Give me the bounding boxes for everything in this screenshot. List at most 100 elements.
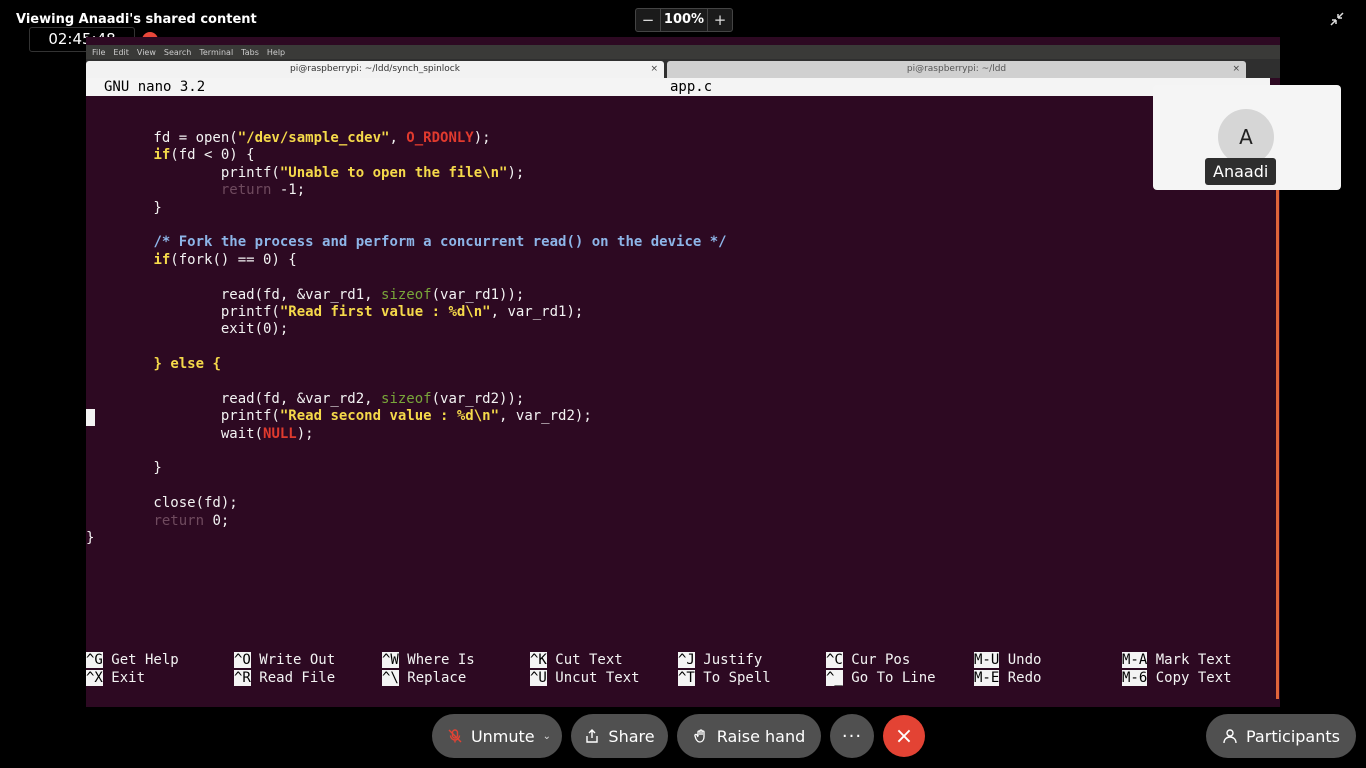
code-line: if(fd < 0) {: [153, 147, 255, 164]
file-name: app.c: [670, 79, 713, 95]
menu-terminal[interactable]: Terminal: [199, 48, 233, 57]
code-line: printf("Unable to open the file\n");: [86, 164, 525, 181]
menu-tabs[interactable]: Tabs: [241, 48, 259, 57]
participant-name: Anaadi: [1205, 158, 1277, 185]
code-line: exit(0);: [86, 321, 289, 338]
text-cursor: [86, 409, 95, 426]
shortcut-label: Redo: [999, 669, 1042, 686]
more-icon: ···: [841, 725, 863, 747]
shortcut-item: ^R Read File: [234, 669, 336, 687]
shortcut-item: M-A Mark Text: [1122, 652, 1232, 669]
shortcut-item: M-6 Copy Text: [1122, 669, 1232, 687]
code-line: if(fork() == 0) {: [153, 251, 297, 268]
shortcut-item: ^K Cut Text: [530, 652, 623, 669]
code-line: read(fd, &var_rd2, sizeof(var_rd2));: [86, 390, 525, 407]
menu-view[interactable]: View: [137, 48, 156, 57]
shortcut-key: ^_: [826, 669, 843, 686]
unmute-label: Unmute: [470, 726, 535, 746]
mic-muted-icon: [447, 728, 463, 744]
shortcut-label: Write Out: [250, 652, 336, 668]
nano-version: GNU nano 3.2: [104, 79, 206, 95]
shortcut-label: Where Is: [398, 652, 475, 668]
shortcut-key: ^W: [382, 652, 399, 668]
shortcut-item: ^W Where Is: [382, 652, 475, 669]
viewing-title: Viewing Anaadi's shared content: [16, 12, 257, 27]
shortcut-label: Cut Text: [546, 652, 623, 668]
code-line: fd = open("/dev/sample_cdev", O_RDONLY);: [86, 130, 491, 146]
terminal-tabbar: pi@raspberrypi: ~/ldd/synch_spinlock × p…: [86, 59, 1280, 93]
tab-close-icon[interactable]: ×: [650, 61, 658, 77]
shortcut-label: Cur Pos: [842, 652, 911, 668]
shortcut-key: ^G: [86, 652, 103, 668]
shortcut-label: Undo: [999, 652, 1042, 668]
avatar: A: [1218, 109, 1274, 165]
shortcut-label: Read File: [250, 669, 336, 686]
shortcut-item: ^_ Go To Line: [826, 669, 936, 687]
zoom-control: − 100% +: [635, 8, 733, 32]
shortcut-key: M-A: [1122, 652, 1148, 668]
shortcut-key: ^U: [530, 669, 547, 686]
more-options-button[interactable]: ···: [830, 714, 874, 758]
code-line: wait(NULL);: [86, 425, 314, 442]
participants-button[interactable]: Participants: [1206, 714, 1356, 758]
shortcut-key: M-6: [1122, 669, 1148, 686]
shortcut-item: ^C Cur Pos: [826, 652, 910, 669]
shortcut-key: ^K: [530, 652, 547, 668]
shortcut-key: ^T: [678, 669, 695, 686]
shortcut-label: To Spell: [694, 669, 771, 686]
code-line: return 0;: [153, 512, 230, 529]
zoom-out-button[interactable]: −: [636, 9, 660, 31]
chevron-down-icon[interactable]: ⌄: [543, 731, 551, 742]
raise-hand-button[interactable]: Raise hand: [677, 714, 821, 758]
code-editor[interactable]: fd = open("/dev/sample_cdev", O_RDONLY);…: [86, 130, 1266, 547]
tab-synch-spinlock[interactable]: pi@raspberrypi: ~/ldd/synch_spinlock ×: [86, 61, 664, 78]
close-icon: ×: [894, 723, 914, 749]
code-line: }: [86, 529, 95, 546]
shortcut-item: M-U Undo: [974, 652, 1041, 669]
menu-file[interactable]: File: [92, 48, 105, 57]
shortcut-item: ^T To Spell: [678, 669, 771, 687]
shortcut-key: M-E: [974, 669, 1000, 686]
code-line: read(fd, &var_rd1, sizeof(var_rd1));: [86, 286, 525, 303]
shortcut-key: M-U: [974, 652, 1000, 668]
shortcut-item: ^J Justify: [678, 652, 762, 669]
unmute-button[interactable]: Unmute ⌄: [432, 714, 562, 758]
share-button[interactable]: Share: [571, 714, 668, 758]
zoom-level: 100%: [660, 9, 708, 31]
menu-search[interactable]: Search: [164, 48, 191, 57]
participant-tile[interactable]: A Anaadi: [1153, 85, 1341, 190]
hand-icon: [693, 728, 709, 744]
code-line: close(fd);: [86, 495, 238, 512]
shortcut-key: ^J: [678, 652, 695, 668]
code-line: }: [86, 460, 162, 477]
leave-button[interactable]: ×: [883, 715, 925, 757]
shared-screen: File Edit View Search Terminal Tabs Help…: [86, 37, 1280, 707]
shortcut-label: Get Help: [102, 652, 179, 668]
menu-help[interactable]: Help: [267, 48, 285, 57]
shortcut-label: Exit: [102, 669, 146, 686]
zoom-in-button[interactable]: +: [708, 9, 732, 31]
tab-close-icon[interactable]: ×: [1232, 61, 1240, 77]
raise-hand-label: Raise hand: [716, 726, 806, 746]
code-line: }: [86, 199, 162, 216]
code-line: return -1;: [220, 182, 306, 199]
shortcut-label: Justify: [694, 652, 763, 668]
share-label: Share: [608, 726, 655, 746]
shortcut-key: ^R: [234, 669, 251, 686]
collapse-icon[interactable]: [1330, 12, 1346, 28]
tab-ldd[interactable]: pi@raspberrypi: ~/ldd ×: [667, 61, 1246, 78]
shortcut-item: ^O Write Out: [234, 652, 335, 669]
code-line: } else {: [153, 356, 221, 373]
tab-label: pi@raspberrypi: ~/ldd: [906, 64, 1007, 74]
participants-label: Participants: [1246, 726, 1340, 746]
terminal-menubar: File Edit View Search Terminal Tabs Help: [86, 45, 1280, 59]
share-icon: [584, 728, 600, 744]
menu-edit[interactable]: Edit: [113, 48, 129, 57]
shortcut-label: Go To Line: [842, 669, 936, 686]
